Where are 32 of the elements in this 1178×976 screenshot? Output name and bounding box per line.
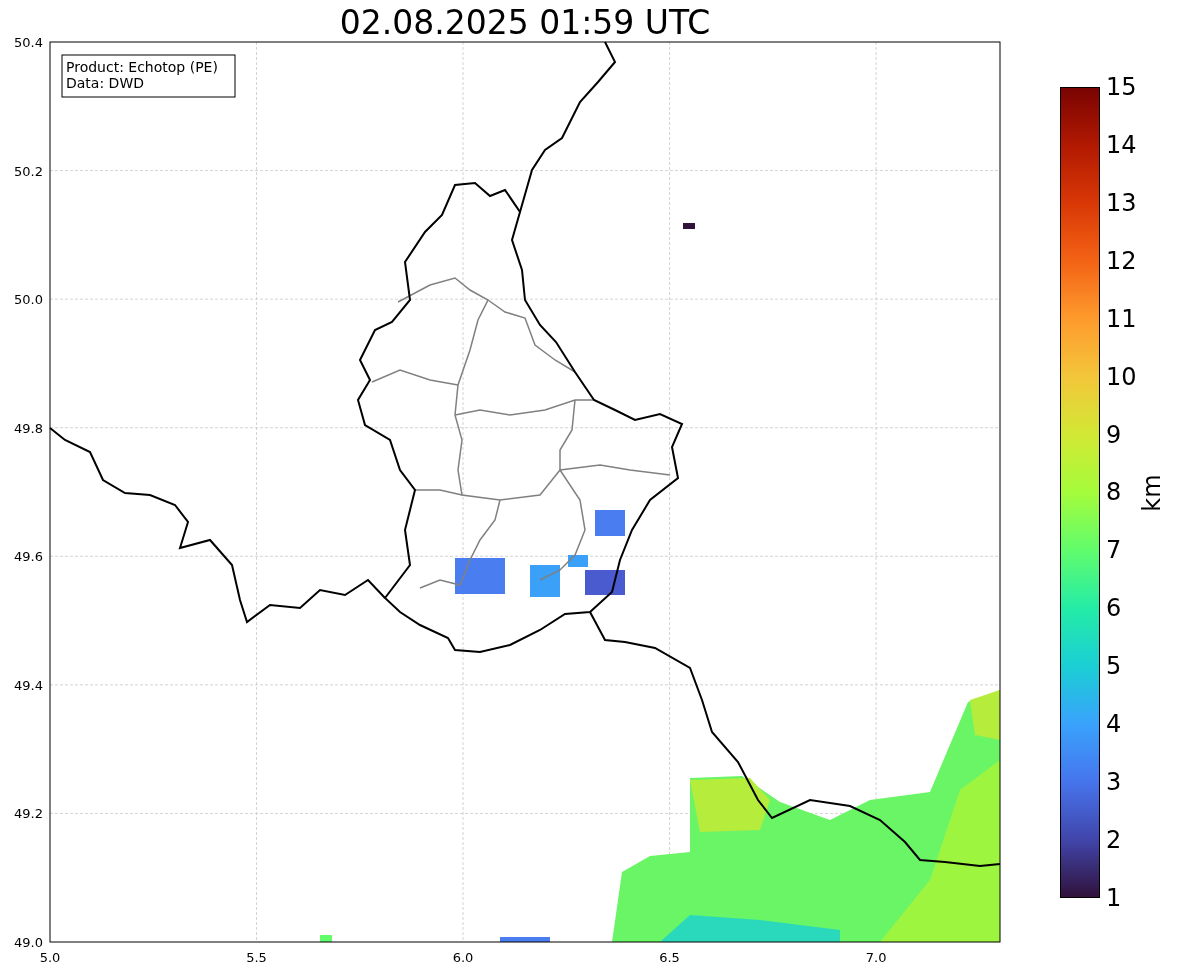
colorbar-tick-label: 9	[1106, 421, 1123, 448]
y-tick-label: 49.8	[14, 420, 43, 436]
colorbar-tick-label: 7	[1106, 537, 1123, 564]
colorbar-tick-label: 15	[1106, 74, 1137, 100]
x-tick-label: 7.0	[865, 950, 887, 965]
y-tick-label: 49.0	[14, 935, 43, 950]
y-tick-label: 50.4	[14, 35, 43, 50]
colorbar-tick-label: 11	[1106, 305, 1137, 332]
y-tick-label: 49.4	[14, 677, 43, 693]
y-tick-label: 50.2	[14, 163, 43, 179]
y-tick-label: 50.0	[14, 292, 43, 308]
colorbar-tick-label: 2	[1106, 827, 1123, 853]
x-tick-label: 5.5	[246, 950, 267, 965]
colorbar-tick-label: 3	[1106, 769, 1123, 796]
legend-text: Data: DWD	[66, 75, 144, 91]
legend-text: Product: Echotop (PE)	[66, 59, 218, 75]
colorbar-tick-label: 6	[1106, 595, 1123, 622]
colorbar-tick-label: 8	[1106, 479, 1123, 506]
x-tick-label: 5.0	[39, 950, 61, 965]
colorbar-tick-label: 10	[1106, 363, 1137, 390]
colorbar-tick-label: 13	[1106, 189, 1137, 216]
x-tick-label: 6.0	[452, 950, 474, 965]
colorbar-tick-label: 4	[1106, 711, 1123, 738]
colorbar-tick-label: 1	[1106, 884, 1123, 911]
colorbar-tick-label: 5	[1106, 653, 1123, 680]
colorbar-label: km	[1136, 473, 1167, 512]
chart-title: 02.08.2025 01:59 UTC	[339, 3, 711, 42]
y-tick-label: 49.2	[14, 806, 43, 822]
x-tick-label: 6.5	[659, 950, 680, 965]
colorbar-tick-label: 12	[1106, 247, 1137, 274]
colorbar-tick-label: 14	[1106, 131, 1137, 158]
y-tick-label: 49.6	[14, 549, 43, 565]
